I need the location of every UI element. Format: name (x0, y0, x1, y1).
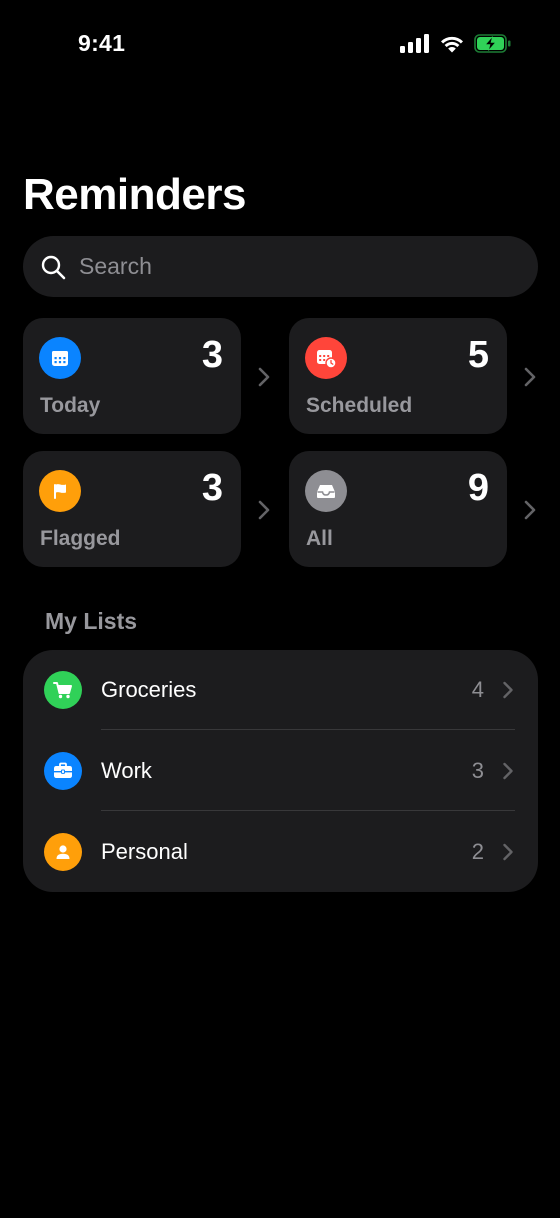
search-icon (40, 254, 66, 280)
list-item-count: 2 (471, 839, 484, 864)
status-bar: 9:41 (0, 0, 560, 90)
search-input[interactable] (77, 245, 538, 288)
smart-list-all[interactable]: 9 All (289, 451, 507, 567)
chevron-right-icon (502, 680, 514, 700)
flag-icon (39, 470, 81, 512)
smart-list-scheduled[interactable]: 5 Scheduled (289, 318, 507, 434)
cellular-signal-icon (400, 34, 430, 53)
chevron-right-icon[interactable] (523, 366, 537, 388)
list-item-count: 4 (471, 677, 484, 702)
status-time: 9:41 (78, 30, 126, 56)
chevron-right-icon[interactable] (523, 499, 537, 521)
smart-list-count: 3 (201, 467, 223, 509)
my-lists-panel: Groceries 4 Work 3 Personal 2 (23, 650, 538, 892)
chevron-right-icon (502, 842, 514, 862)
briefcase-icon (44, 752, 82, 790)
smart-list-count: 5 (467, 334, 489, 376)
list-item-personal[interactable]: Personal 2 (23, 812, 538, 892)
calendar-clock-icon (305, 337, 347, 379)
calendar-icon (39, 337, 81, 379)
list-item-count: 3 (471, 758, 484, 783)
smart-list-label: Today (40, 394, 101, 417)
list-item-work[interactable]: Work 3 (23, 731, 538, 811)
chevron-right-icon (502, 761, 514, 781)
list-item-name: Groceries (101, 677, 197, 702)
smart-list-label: Scheduled (306, 394, 413, 417)
smart-list-label: All (306, 527, 333, 550)
list-item-groceries[interactable]: Groceries 4 (23, 650, 538, 730)
battery-charging-icon (474, 34, 512, 53)
person-icon (44, 833, 82, 871)
cart-icon (44, 671, 82, 709)
status-icons (400, 34, 512, 53)
page-title: Reminders (23, 170, 246, 219)
my-lists-header: My Lists (45, 608, 138, 634)
smart-list-flagged[interactable]: 3 Flagged (23, 451, 241, 567)
search-bar[interactable] (23, 236, 538, 297)
chevron-right-icon[interactable] (257, 366, 271, 388)
smart-list-count: 3 (201, 334, 223, 376)
chevron-right-icon[interactable] (257, 499, 271, 521)
tray-icon (305, 470, 347, 512)
smart-list-today[interactable]: 3 Today (23, 318, 241, 434)
list-item-name: Personal (101, 839, 188, 864)
smart-list-label: Flagged (40, 527, 121, 550)
list-item-name: Work (101, 758, 152, 783)
list-divider (101, 810, 515, 811)
smart-list-count: 9 (467, 467, 489, 509)
wifi-icon (439, 34, 465, 53)
list-divider (101, 729, 515, 730)
